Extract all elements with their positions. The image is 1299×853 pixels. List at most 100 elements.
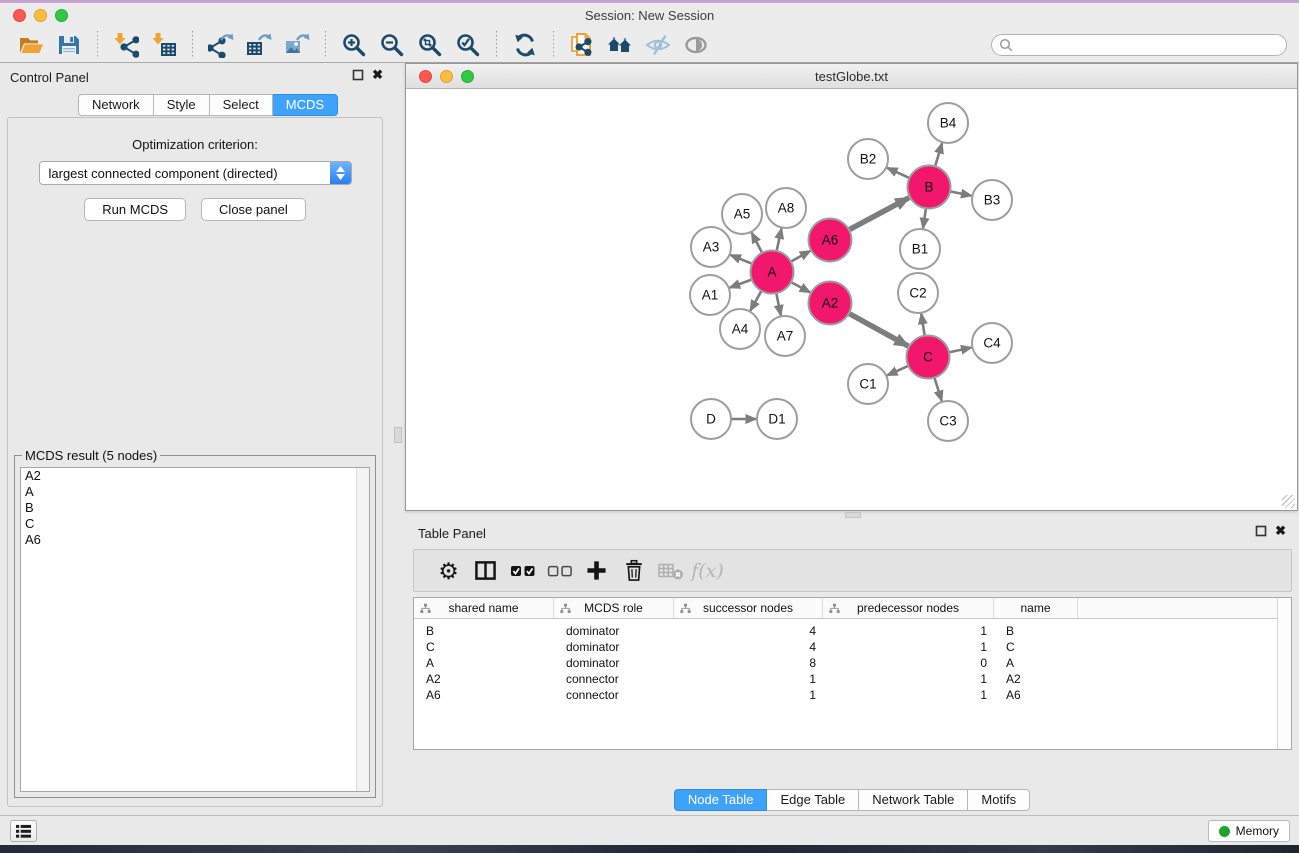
tab-network[interactable]: Network: [78, 94, 154, 116]
result-list-item[interactable]: B: [21, 500, 369, 516]
edge-C-C1[interactable]: [887, 366, 908, 376]
refresh-view-button[interactable]: [506, 30, 544, 60]
graph-node-A4[interactable]: A4: [720, 309, 760, 349]
tab-mcds[interactable]: MCDS: [273, 94, 338, 116]
edge-C-C4[interactable]: [949, 347, 971, 352]
column-header-predecessor-nodes[interactable]: predecessor nodes: [823, 598, 994, 618]
graph-node-C[interactable]: C: [907, 336, 950, 379]
memory-button[interactable]: Memory: [1208, 820, 1290, 842]
close-panel-icon[interactable]: ✖: [372, 69, 383, 81]
import-table-button[interactable]: [145, 30, 183, 60]
graph-node-C2[interactable]: C2: [898, 273, 938, 313]
task-history-button[interactable]: [10, 820, 37, 842]
column-header-name[interactable]: name: [994, 598, 1078, 618]
show-panels-button[interactable]: [601, 30, 639, 60]
tab-network-table[interactable]: Network Table: [859, 789, 968, 811]
network-graph[interactable]: B4 B2 B B3 A8A5 A6 A3 B1 A C2 A1 A2 A4A7 C4 C C1 D D1 C3: [406, 90, 1297, 510]
edge-A-A7[interactable]: [776, 293, 781, 315]
resize-grip-icon[interactable]: [1282, 495, 1295, 508]
table-row[interactable]: Adominator80A: [414, 655, 1291, 671]
edge-A2-C[interactable]: [849, 313, 908, 346]
table-row[interactable]: Bdominator41B: [414, 623, 1291, 639]
export-network-button[interactable]: [202, 30, 240, 60]
column-header-successor-nodes[interactable]: successor nodes: [674, 598, 823, 618]
open-file-button[interactable]: [12, 30, 50, 60]
graph-node-C3[interactable]: C3: [928, 401, 968, 441]
run-mcds-button[interactable]: Run MCDS: [84, 198, 186, 221]
select-all-columns-button[interactable]: [504, 554, 541, 588]
graph-node-B3[interactable]: B3: [972, 180, 1012, 220]
export-image-button[interactable]: [278, 30, 316, 60]
edge-A-A3[interactable]: [730, 255, 752, 264]
edge-B-B1[interactable]: [923, 208, 926, 228]
graph-node-D1[interactable]: D1: [757, 399, 797, 439]
column-header-shared-name[interactable]: shared name: [414, 598, 554, 618]
deselect-all-columns-button[interactable]: [541, 554, 578, 588]
column-header-MCDS-role[interactable]: MCDS role: [554, 598, 674, 618]
table-row[interactable]: Cdominator41C: [414, 639, 1291, 655]
edge-A-A8[interactable]: [777, 229, 782, 251]
add-column-button[interactable]: [578, 554, 615, 588]
horizontal-splitter-handle[interactable]: [845, 512, 861, 518]
zoom-selected-button[interactable]: [449, 30, 487, 60]
graph-node-A[interactable]: A: [751, 251, 794, 294]
hide-details-button[interactable]: [639, 30, 677, 60]
graph-node-C4[interactable]: C4: [972, 323, 1012, 363]
tab-node-table[interactable]: Node Table: [674, 789, 768, 811]
graph-node-B2[interactable]: B2: [848, 139, 888, 179]
optimization-criterion-select[interactable]: largest connected component (directed): [39, 161, 352, 185]
graph-node-A2[interactable]: A2: [809, 282, 852, 325]
network-canvas[interactable]: B4 B2 B B3 A8A5 A6 A3 B1 A C2 A1 A2 A4A7 C4 C C1 D D1 C3: [406, 90, 1297, 510]
show-details-button[interactable]: [677, 30, 715, 60]
tab-motifs[interactable]: Motifs: [968, 789, 1030, 811]
graph-node-A6[interactable]: A6: [809, 219, 852, 262]
tab-style[interactable]: Style: [154, 94, 210, 116]
mcds-result-list[interactable]: A2ABCA6: [20, 467, 370, 792]
import-network-button[interactable]: [107, 30, 145, 60]
settings-gear-icon[interactable]: ⚙: [430, 554, 467, 588]
edge-A-A5[interactable]: [752, 233, 762, 253]
graph-node-A7[interactable]: A7: [765, 316, 805, 356]
save-session-button[interactable]: [50, 30, 88, 60]
result-list-scrollbar[interactable]: [356, 468, 369, 791]
table-row[interactable]: A2connector11A2: [414, 671, 1291, 687]
graph-node-A5[interactable]: A5: [722, 194, 762, 234]
clone-network-button[interactable]: [563, 30, 601, 60]
result-list-item[interactable]: A2: [21, 468, 369, 484]
float-panel-icon[interactable]: [352, 69, 364, 81]
split-columns-button[interactable]: [467, 554, 504, 588]
edge-B-B2[interactable]: [887, 168, 909, 178]
graph-node-A8[interactable]: A8: [766, 188, 806, 228]
result-list-item[interactable]: C: [21, 516, 369, 532]
graph-node-D[interactable]: D: [691, 399, 731, 439]
close-table-panel-icon[interactable]: ✖: [1275, 525, 1286, 537]
close-panel-button[interactable]: Close panel: [201, 198, 306, 221]
edge-A-A4[interactable]: [750, 291, 761, 311]
zoom-out-button[interactable]: [373, 30, 411, 60]
edge-A-A2[interactable]: [791, 282, 810, 292]
edge-A-A1[interactable]: [730, 279, 752, 287]
graph-node-B1[interactable]: B1: [900, 229, 940, 269]
table-row[interactable]: A6connector11A6: [414, 687, 1291, 703]
edge-B-B4[interactable]: [935, 143, 942, 166]
graph-node-C1[interactable]: C1: [848, 364, 888, 404]
tab-edge-table[interactable]: Edge Table: [767, 789, 859, 811]
export-table-button[interactable]: [240, 30, 278, 60]
graph-node-A1[interactable]: A1: [690, 275, 730, 315]
graph-node-B4[interactable]: B4: [928, 103, 968, 143]
graph-node-A3[interactable]: A3: [691, 227, 731, 267]
table-scrollbar[interactable]: [1277, 598, 1291, 749]
float-table-panel-icon[interactable]: [1255, 525, 1267, 537]
edge-A-A6[interactable]: [791, 251, 810, 262]
delete-columns-button[interactable]: [615, 554, 652, 588]
tab-select[interactable]: Select: [210, 94, 273, 116]
edge-A6-B[interactable]: [849, 198, 909, 230]
search-input[interactable]: [991, 34, 1287, 56]
zoom-fit-button[interactable]: [411, 30, 449, 60]
graph-node-B[interactable]: B: [908, 166, 951, 209]
edge-B-B3[interactable]: [950, 191, 971, 195]
vertical-splitter[interactable]: [391, 63, 405, 815]
edge-C-C3[interactable]: [934, 378, 941, 401]
edge-C-C2[interactable]: [921, 314, 924, 336]
splitter-handle[interactable]: [394, 427, 402, 443]
